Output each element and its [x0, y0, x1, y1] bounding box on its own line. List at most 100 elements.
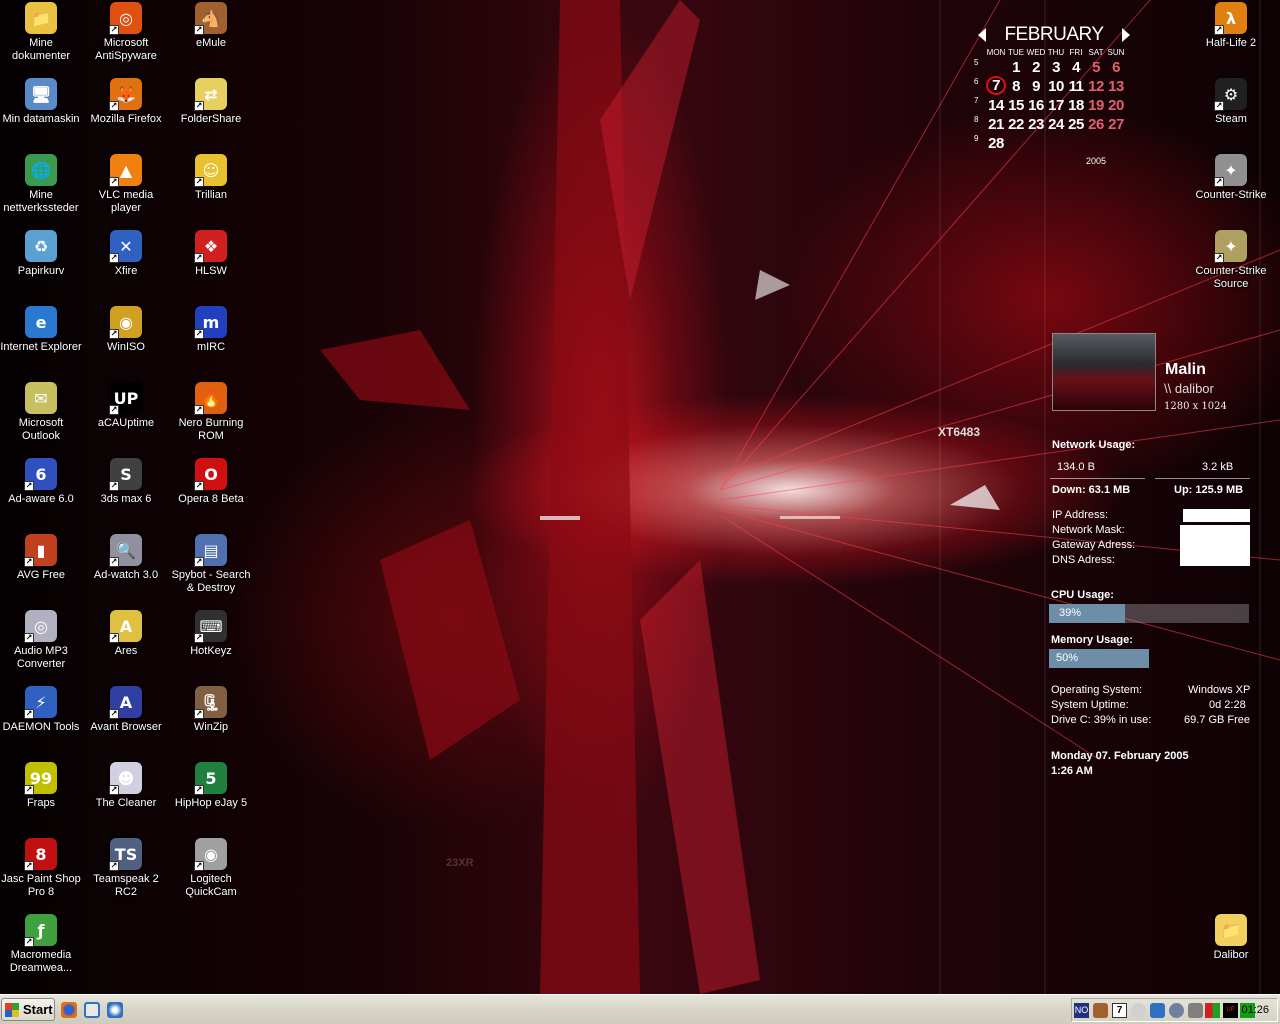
desktop-icon-the-cleaner[interactable]: ☻ ↗ The Cleaner [84, 762, 168, 810]
calendar-day[interactable]: 20 [1106, 97, 1126, 114]
calendar-day[interactable]: 1 [1006, 59, 1026, 76]
desktop-icon-counter-strike[interactable]: ✦ ↗ Counter-Strike [1189, 154, 1273, 202]
calendar-day[interactable]: 8 [1006, 78, 1026, 95]
calendar-day[interactable]: 24 [1046, 116, 1066, 133]
calendar-day[interactable]: 19 [1086, 97, 1106, 114]
calendar-day[interactable]: 26 [1086, 116, 1106, 133]
desktop-icon-hlsw[interactable]: ❖ ↗ HLSW [169, 230, 253, 278]
calendar-day[interactable]: 12 [1086, 78, 1106, 95]
calendar-day[interactable]: 25 [1066, 116, 1086, 133]
desktop-icon-papirkurv[interactable]: ♻ Papirkurv [0, 230, 83, 278]
calendar-day[interactable]: 22 [1006, 116, 1026, 133]
desktop-icon-min-datamaskin[interactable]: 🖥 Min datamaskin [0, 78, 83, 126]
calendar-day[interactable]: 17 [1046, 97, 1066, 114]
emule-tray-icon[interactable] [1093, 1003, 1108, 1018]
desktop-icon-counter-strike-source[interactable]: ✦ ↗ Counter-Strike Source [1189, 230, 1273, 291]
calendar-day[interactable]: 5 [1086, 59, 1106, 76]
desktop-icon-steam[interactable]: ⚙ ↗ Steam [1189, 78, 1273, 126]
desktop-icon-acauptime[interactable]: UP ↗ aCAUptime [84, 382, 168, 430]
desktop-icon-winiso[interactable]: ◉ ↗ WinISO [84, 306, 168, 354]
calendar-day[interactable]: 28 [986, 135, 1006, 152]
chevron-left-icon[interactable] [978, 28, 986, 42]
calendar-day[interactable]: 15 [1006, 97, 1026, 114]
desktop-icon-vlc-media-player[interactable]: ▲ ↗ VLC media player [84, 154, 168, 215]
calendar-day[interactable]: 23 [1026, 116, 1046, 133]
network-down-rate: 134.0 B [1057, 461, 1095, 473]
shortcut-arrow-icon: ↗ [109, 557, 119, 567]
start-button[interactable]: Start [1, 998, 55, 1021]
shortcut-arrow-icon: ↗ [194, 329, 204, 339]
calendar-day[interactable]: 13 [1106, 78, 1126, 95]
ie-quicklaunch-icon[interactable] [84, 1002, 100, 1018]
desktop-icon-ad-watch[interactable]: 🔍 ↗ Ad-watch 3.0 [84, 534, 168, 582]
desktop-icon-microsoft-antispyware[interactable]: ◎ ↗ Microsoft AntiSpyware [84, 2, 168, 63]
calendar-day-header: TUE [1008, 48, 1024, 57]
desktop-icon-ad-aware[interactable]: 6 ↗ Ad-aware 6.0 [0, 458, 83, 506]
calendar-tray-icon[interactable]: 7 [1112, 1003, 1127, 1018]
calendar-day[interactable]: 21 [986, 116, 1006, 133]
language-tray-icon[interactable]: NO [1074, 1003, 1089, 1018]
cpu-usage-title: CPU Usage: [1051, 589, 1114, 601]
desktop-icon-fraps[interactable]: 99 ↗ Fraps [0, 762, 83, 810]
desktop-icon-hotkeyz[interactable]: ⌨ ↗ HotKeyz [169, 610, 253, 658]
desktop-icon-emule[interactable]: 🐴 ↗ eMule [169, 2, 253, 50]
desktop-icon-opera[interactable]: O ↗ Opera 8 Beta [169, 458, 253, 506]
desktop-icon-label: mIRC [196, 341, 226, 353]
desktop-icon-avant-browser[interactable]: A ↗ Avant Browser [84, 686, 168, 734]
daemon-tray-icon[interactable] [1169, 1003, 1184, 1018]
desktop[interactable]: 📁 Mine dokumenter ◎ ↗ Microsoft AntiSpyware 🐴… [0, 0, 1280, 994]
half-life-2-icon: λ ↗ [1214, 2, 1247, 35]
desktop-icon-label: Audio MP3 Converter [14, 645, 68, 670]
desktop-icon-macromedia-dreamweaver[interactable]: ƒ ↗ Macromedia Dreamwea... [0, 914, 83, 975]
calendar-day[interactable]: 10 [1046, 78, 1066, 95]
desktop-icon-label: Teamspeak 2 RC2 [93, 873, 159, 898]
ad-aware-icon: 6 ↗ [24, 458, 57, 491]
calendar-day[interactable]: 11 [1066, 78, 1086, 95]
desktop-icon-dalibor[interactable]: 📁 Dalibor [1189, 914, 1273, 962]
desktop-icon-mirc[interactable]: m ↗ mIRC [169, 306, 253, 354]
desktop-icon-avg-free[interactable]: ▮ ↗ AVG Free [0, 534, 83, 582]
desktop-icon-audio-mp3-converter[interactable]: ◎ ↗ Audio MP3 Converter [0, 610, 83, 671]
desktop-icon-3ds-max[interactable]: S ↗ 3ds max 6 [84, 458, 168, 506]
desktop-icon-nero-burning-rom[interactable]: 🔥 ↗ Nero Burning ROM [169, 382, 253, 443]
calendar-day[interactable]: 6 [1106, 59, 1126, 76]
taskbar-clock[interactable]: 01:26 [1241, 1004, 1269, 1016]
desktop-icon-spybot[interactable]: ▤ ↗ Spybot - Search & Destroy [169, 534, 253, 595]
security-tray-icon[interactable] [1205, 1003, 1220, 1018]
calendar-day[interactable]: 27 [1106, 116, 1126, 133]
calendar-day[interactable]: 2 [1026, 59, 1046, 76]
desktop-icon-ares[interactable]: A ↗ Ares [84, 610, 168, 658]
desktop-icon-mozilla-firefox[interactable]: 🦊 ↗ Mozilla Firefox [84, 78, 168, 126]
desktop-icon-teamspeak[interactable]: TS ↗ Teamspeak 2 RC2 [84, 838, 168, 899]
uptime-tray-icon[interactable]: UP [1223, 1003, 1238, 1018]
desktop-icon-xfire[interactable]: ✕ ↗ Xfire [84, 230, 168, 278]
calendar-week-number: 6 [974, 77, 979, 86]
firefox-quicklaunch-icon[interactable] [61, 1002, 77, 1018]
desktop-icon-winzip[interactable]: 🗜 ↗ WinZip [169, 686, 253, 734]
calendar-today[interactable]: 7 [986, 76, 1006, 95]
desktop-icon-logitech-quickcam[interactable]: ◉ ↗ Logitech QuickCam [169, 838, 253, 899]
desktop-icon-daemon-tools[interactable]: ⚡ ↗ DAEMON Tools [0, 686, 83, 734]
desktop-icon-foldershare[interactable]: ⇄ ↗ FolderShare [169, 78, 253, 126]
desktop-icon-hiphop-ejay[interactable]: 5 ↗ HipHop eJay 5 [169, 762, 253, 810]
antispyware-tray-icon[interactable] [1131, 1003, 1146, 1018]
calendar-day[interactable]: 9 [1026, 78, 1046, 95]
calendar-day[interactable]: 16 [1026, 97, 1046, 114]
chevron-right-icon[interactable] [1122, 28, 1130, 42]
desktop-icon-jasc-paint-shop[interactable]: 8 ↗ Jasc Paint Shop Pro 8 [0, 838, 83, 899]
desktop-icon-mine-nettverkssteder[interactable]: 🌐 Mine nettverkssteder [0, 154, 83, 215]
calendar-day[interactable]: 4 [1066, 59, 1086, 76]
desktop-icon-microsoft-outlook[interactable]: ✉ Microsoft Outlook [0, 382, 83, 443]
calendar-day[interactable]: 3 [1046, 59, 1066, 76]
desktop-icon-mine-dokumenter[interactable]: 📁 Mine dokumenter [0, 2, 83, 63]
media-player-quicklaunch-icon[interactable] [107, 1002, 123, 1018]
network-down-total: Down: 63.1 MB [1052, 484, 1131, 496]
desktop-icon-half-life-2[interactable]: λ ↗ Half-Life 2 [1189, 2, 1273, 50]
desktop-icon-internet-explorer[interactable]: e Internet Explorer [0, 306, 83, 354]
desktop-icon-trillian[interactable]: ☺ ↗ Trillian [169, 154, 253, 202]
calendar-day[interactable]: 14 [986, 97, 1006, 114]
calendar-day[interactable]: 18 [1066, 97, 1086, 114]
shortcut-arrow-icon: ↗ [109, 253, 119, 263]
volume-tray-icon[interactable] [1188, 1003, 1203, 1018]
network-tray-icon[interactable] [1150, 1003, 1165, 1018]
